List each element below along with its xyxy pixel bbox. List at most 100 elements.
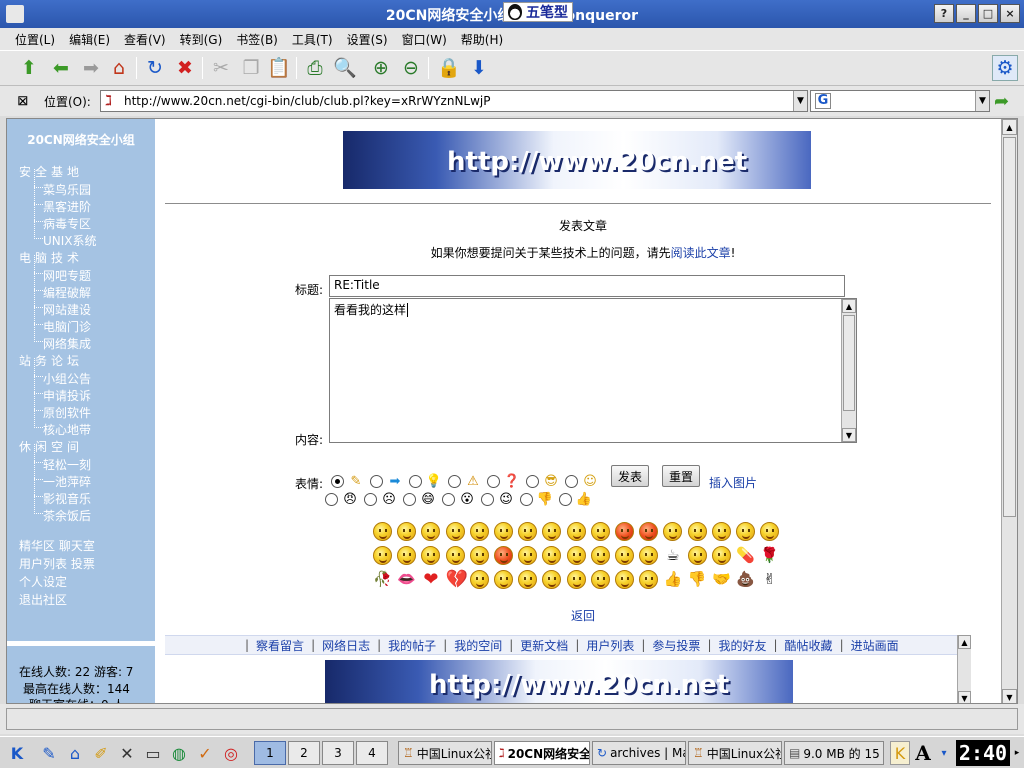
url-dropdown-icon[interactable]: ▼	[793, 91, 807, 111]
home-folder-icon[interactable]: ⌂	[64, 741, 86, 765]
task-button[interactable]: ▤ 9.0 MB 的 15	[784, 741, 884, 765]
up-arrow-icon[interactable]: ⬆	[16, 55, 42, 81]
emoticon-icon[interactable]	[542, 546, 562, 565]
emoticon-icon[interactable]	[639, 570, 659, 589]
sidebar-title[interactable]: 20CN网络安全小组	[7, 131, 155, 148]
sidebar-link[interactable]: UNIX系统	[34, 220, 97, 249]
emoticon-icon[interactable]: 🌹	[760, 546, 779, 565]
menu-view[interactable]: 查看(V)	[117, 31, 173, 48]
home-icon[interactable]: ⌂	[106, 55, 132, 81]
close-button[interactable]: ×	[1000, 4, 1020, 23]
menu-go[interactable]: 转到(G)	[173, 31, 230, 48]
sidebar-link[interactable]: 轻松一刻	[33, 444, 91, 473]
clear-location-icon[interactable]: ⮽	[18, 94, 28, 109]
emoticon-icon[interactable]	[615, 546, 634, 565]
sidebar-link-logout[interactable]: 退出社区	[19, 591, 67, 608]
tool-icon[interactable]: ✐	[90, 741, 112, 765]
sidebar-category[interactable]: 安全基地	[19, 163, 83, 180]
url-input[interactable]: ℷ http://www.20cn.net/cgi-bin/club/club.…	[100, 90, 808, 112]
link-friends[interactable]: 我的好友	[711, 637, 773, 654]
top-banner[interactable]: http://www.20cn.net	[343, 131, 811, 189]
bottom-banner[interactable]: http://www.20cn.net	[325, 660, 793, 703]
emoticon-icon[interactable]	[615, 570, 634, 589]
emoticon-icon[interactable]	[736, 522, 755, 541]
sidebar-link[interactable]: 网站建设	[33, 289, 91, 318]
emoticon-icon[interactable]	[566, 522, 586, 541]
k-menu-icon[interactable]: K	[4, 741, 30, 765]
office-icon[interactable]: ✓	[194, 741, 216, 765]
emoticon-icon[interactable]	[397, 522, 417, 541]
mood-radio[interactable]	[487, 474, 500, 488]
help-button[interactable]: ?	[934, 4, 954, 23]
mood-radio[interactable]	[364, 492, 377, 506]
sidebar-link[interactable]: 菜鸟乐园	[33, 169, 91, 198]
menu-help[interactable]: 帮助(H)	[454, 31, 510, 48]
emoticon-icon[interactable]	[445, 546, 465, 565]
link-entrance[interactable]: 进站画面	[844, 637, 906, 654]
menu-location[interactable]: 位置(L)	[8, 31, 62, 48]
emoticon-icon[interactable]	[469, 570, 489, 589]
reload-icon[interactable]: ↻	[142, 55, 168, 81]
emoticon-icon[interactable]: 👄	[397, 570, 416, 589]
emoticon-icon[interactable]	[687, 546, 707, 565]
emoticon-icon[interactable]	[494, 570, 513, 589]
emoticon-icon[interactable]	[421, 546, 441, 565]
menu-bookmarks[interactable]: 书签(B)	[229, 31, 285, 48]
settings-icon[interactable]: ⚙	[992, 55, 1018, 81]
desktop-1[interactable]: 1	[254, 741, 286, 765]
scroll-down-icon[interactable]: ▼	[842, 428, 856, 442]
go-arrow-icon[interactable]: ➦	[994, 91, 1009, 112]
page-scroll-thumb[interactable]	[1003, 137, 1016, 517]
task-button[interactable]: ♖ 中国Linux公社	[688, 741, 782, 765]
back-link[interactable]: 返回	[165, 607, 1001, 624]
mood-radio[interactable]	[331, 474, 344, 488]
sidebar-link[interactable]: 网吧专题	[33, 255, 91, 284]
emoticon-icon[interactable]	[421, 522, 441, 541]
emoticon-icon[interactable]	[566, 546, 586, 565]
zoom-out-icon[interactable]: ⊖	[398, 55, 424, 81]
search-input[interactable]: G ▼	[810, 90, 990, 112]
emoticon-icon[interactable]	[518, 570, 538, 589]
menu-tools[interactable]: 工具(T)	[285, 31, 340, 48]
google-search-icon[interactable]: G	[815, 93, 831, 109]
emoticon-icon[interactable]: 💊	[736, 546, 755, 565]
mood-radio[interactable]	[526, 474, 539, 488]
sidebar-category[interactable]: 站务论坛	[19, 352, 83, 369]
menu-window[interactable]: 窗口(W)	[395, 31, 454, 48]
terminal-icon[interactable]: ▭	[142, 741, 164, 765]
emoticon-icon[interactable]	[687, 522, 707, 541]
submit-button[interactable]: 发表	[611, 465, 649, 487]
emoticon-icon[interactable]	[590, 546, 610, 565]
sidebar-link[interactable]: 小组公告	[33, 358, 91, 387]
emoticon-icon[interactable]	[494, 546, 513, 565]
emoticon-icon[interactable]	[542, 522, 562, 541]
emoticon-icon[interactable]	[590, 522, 610, 541]
font-a-icon[interactable]: A	[912, 741, 934, 765]
sidebar-link-users-vote[interactable]: 用户列表 投票	[19, 555, 95, 572]
cut-icon[interactable]: ✂	[208, 55, 234, 81]
search-dropdown-icon[interactable]: ▼	[975, 91, 989, 111]
scroll-up-icon[interactable]: ▲	[958, 635, 971, 649]
emoticon-icon[interactable]	[590, 570, 610, 589]
emoticon-icon[interactable]	[711, 546, 731, 565]
panel-arrow-icon[interactable]: ▸	[1012, 741, 1022, 765]
emoticon-icon[interactable]: ✌	[760, 570, 779, 589]
emoticon-icon[interactable]: 👍	[663, 570, 683, 589]
emoticon-icon[interactable]: 🥀	[373, 570, 392, 589]
sidebar-link-essence-chat[interactable]: 精华区 聊天室	[19, 537, 95, 554]
link-my-space[interactable]: 我的空间	[447, 637, 509, 654]
menu-edit[interactable]: 编辑(E)	[62, 31, 117, 48]
mood-radio[interactable]	[520, 492, 533, 506]
emoticon-icon[interactable]	[566, 570, 586, 589]
security-lock-icon[interactable]: 🔒	[436, 55, 462, 81]
control-center-icon[interactable]: ✕	[116, 741, 138, 765]
emoticon-icon[interactable]	[639, 546, 659, 565]
mood-radio[interactable]	[325, 492, 338, 506]
sidebar-link[interactable]: 电脑门诊	[33, 306, 91, 335]
mood-radio[interactable]	[409, 474, 422, 488]
sidebar-link-settings[interactable]: 个人设定	[19, 573, 67, 590]
url-text[interactable]: http://www.20cn.net/cgi-bin/club/club.pl…	[124, 94, 793, 108]
sidebar-link[interactable]: 茶余饭后	[33, 495, 91, 524]
emoticon-icon[interactable]: 💔	[446, 570, 468, 589]
emoticon-icon[interactable]	[518, 522, 538, 541]
